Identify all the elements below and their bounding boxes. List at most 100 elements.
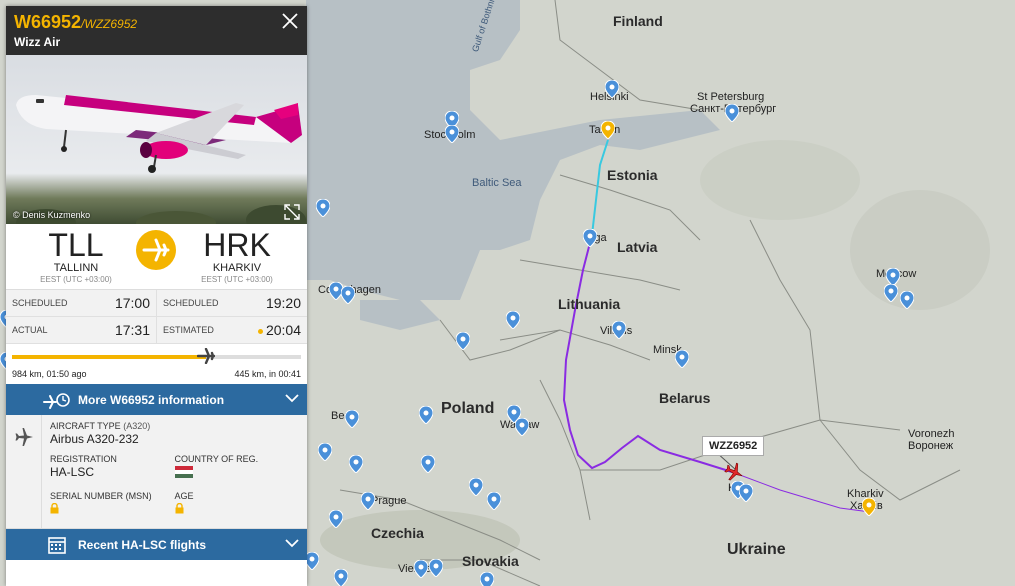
more-info-label: More W66952 information	[78, 392, 225, 407]
flight-number: W66952	[14, 12, 82, 32]
airport-pin-icon[interactable]	[318, 443, 332, 461]
airport-pin-icon[interactable]	[429, 559, 443, 577]
registration-label: REGISTRATION	[50, 454, 117, 464]
registration-value: HA-LSC	[50, 465, 95, 479]
lock-icon[interactable]	[175, 503, 184, 514]
airport-pin-icon[interactable]	[469, 478, 483, 496]
airport-pin-icon[interactable]	[456, 332, 470, 350]
distance-flown: 984 km, 01:50 ago	[12, 369, 87, 379]
airport-pin-icon[interactable]	[612, 321, 626, 339]
label-lithuania: Lithuania	[558, 296, 621, 312]
destination-city: KHARKIV	[212, 262, 262, 274]
airport-pin-icon[interactable]	[605, 80, 619, 98]
actual-label: ACTUAL	[12, 325, 48, 335]
airport-pin-icon[interactable]	[725, 104, 739, 122]
airport-pin-icon[interactable]	[414, 560, 428, 578]
aircraft-details: AIRCRAFT TYPE (A320) Airbus A320-232 REG…	[6, 415, 307, 529]
airport-pin-icon[interactable]	[900, 291, 914, 309]
close-icon[interactable]	[281, 12, 299, 30]
airport-pin-icon[interactable]	[349, 455, 363, 473]
actual-row: ACTUAL 17:31 ESTIMATED 20:04	[6, 317, 307, 344]
origin-city: TALLINN	[53, 262, 99, 274]
airport-pin-icon[interactable]	[421, 455, 435, 473]
airport-pin-icon[interactable]	[506, 311, 520, 329]
airport-pin-icon[interactable]	[334, 569, 348, 586]
route-summary: TLL TALLINN EEST (UTC +03:00) HRK KHARKI…	[6, 224, 307, 290]
aircraft-icon-column	[6, 415, 42, 528]
destination-airport-pin-icon[interactable]	[862, 498, 876, 516]
dep-scheduled-time: 17:00	[114, 295, 150, 311]
calendar-icon	[48, 536, 66, 554]
aircraft-type-field: AIRCRAFT TYPE (A320) Airbus A320-232	[50, 421, 299, 446]
airport-pin-icon[interactable]	[305, 552, 319, 570]
origin-timezone: EEST (UTC +03:00)	[40, 275, 112, 284]
aircraft-type-label: AIRCRAFT TYPE	[50, 421, 121, 431]
airport-pin-icon[interactable]	[675, 350, 689, 368]
label-belarus: Belarus	[659, 390, 711, 406]
airport-pin-icon[interactable]	[341, 286, 355, 304]
msn-row: SERIAL NUMBER (MSN) AGE	[50, 491, 299, 514]
aircraft-photo[interactable]: © Denis Kuzmenko	[6, 55, 307, 224]
origin-airport[interactable]: TLL TALLINN EEST (UTC +03:00)	[6, 228, 146, 284]
label-ukraine: Ukraine	[727, 541, 786, 558]
origin-airport-pin-icon[interactable]	[601, 121, 615, 139]
airport-pin-icon[interactable]	[480, 572, 494, 586]
airport-pin-icon[interactable]	[884, 284, 898, 302]
aircraft-callsign-tag[interactable]: WZZ6952	[702, 436, 765, 456]
airport-pin-icon[interactable]	[361, 492, 375, 510]
airport-pin-icon[interactable]	[345, 410, 359, 428]
airport-pin-icon[interactable]	[329, 510, 343, 528]
airport-pin-icon[interactable]	[739, 484, 753, 502]
label-voronezh-ru: Воронеж	[908, 440, 954, 452]
registration-field: REGISTRATION HA-LSC	[50, 454, 175, 483]
progress-track	[12, 355, 301, 359]
expand-photo-icon[interactable]	[284, 204, 300, 220]
arr-estimated-cell: ESTIMATED 20:04	[157, 317, 307, 343]
departure-clock-icon	[43, 392, 70, 409]
airport-pin-icon[interactable]	[515, 418, 529, 436]
dep-actual-time: 17:31	[114, 322, 150, 338]
more-info-toggle[interactable]: More W66952 information	[6, 384, 307, 415]
age-label: AGE	[174, 491, 194, 501]
recent-flights-toggle[interactable]: Recent HA-LSC flights	[6, 529, 307, 560]
arr-estimated-value: 20:04	[265, 322, 301, 338]
lock-icon[interactable]	[50, 503, 59, 514]
label-czechia: Czechia	[371, 525, 424, 541]
airport-pin-icon[interactable]	[316, 199, 330, 217]
aircraft-type-code: (A320)	[123, 421, 151, 431]
distance-remaining: 445 km, in 00:41	[234, 369, 301, 379]
age-field: AGE	[175, 491, 300, 514]
chevron-down-icon	[285, 539, 299, 548]
msn-field: SERIAL NUMBER (MSN)	[50, 491, 175, 514]
panel-header: W66952/WZZ6952 Wizz Air	[6, 6, 307, 55]
label-estonia: Estonia	[607, 167, 658, 183]
photo-credit: © Denis Kuzmenko	[13, 210, 91, 220]
flight-progress: 984 km, 01:50 ago 445 km, in 00:41	[6, 344, 307, 384]
label-prague: Prague	[371, 495, 407, 507]
aircraft-type-icon	[15, 428, 33, 446]
aircraft-position-icon[interactable]	[724, 462, 744, 482]
estimated-dot-icon	[257, 328, 263, 334]
label-poland: Poland	[441, 400, 495, 417]
arr-scheduled-cell: SCHEDULED 19:20	[157, 290, 307, 316]
airport-pin-icon[interactable]	[583, 229, 597, 247]
arr-scheduled-time: 19:20	[265, 295, 301, 311]
airport-pin-icon[interactable]	[487, 492, 501, 510]
destination-timezone: EEST (UTC +03:00)	[201, 275, 273, 284]
airport-pin-icon[interactable]	[419, 406, 433, 424]
aircraft-detail-body: AIRCRAFT TYPE (A320) Airbus A320-232 REG…	[42, 415, 307, 528]
msn-label: SERIAL NUMBER (MSN)	[50, 491, 152, 501]
recent-flights-label: Recent HA-LSC flights	[78, 537, 207, 552]
aircraft-type-row: AIRCRAFT TYPE (A320) Airbus A320-232	[50, 421, 299, 446]
flight-times: SCHEDULED 17:00 SCHEDULED 19:20 ACTUAL 1…	[6, 290, 307, 344]
label-finland: Finland	[613, 13, 663, 29]
destination-airport[interactable]: HRK KHARKIV EEST (UTC +03:00)	[167, 228, 307, 284]
airport-pin-icon[interactable]	[445, 125, 459, 143]
country-field: COUNTRY OF REG.	[174, 454, 300, 483]
chevron-down-icon	[285, 394, 299, 403]
label-baltic-sea: Baltic Sea	[472, 177, 522, 189]
destination-code: HRK	[203, 227, 271, 263]
label-latvia: Latvia	[617, 239, 658, 255]
dep-scheduled-cell: SCHEDULED 17:00	[6, 290, 157, 316]
scheduled-row: SCHEDULED 17:00 SCHEDULED 19:20	[6, 290, 307, 317]
